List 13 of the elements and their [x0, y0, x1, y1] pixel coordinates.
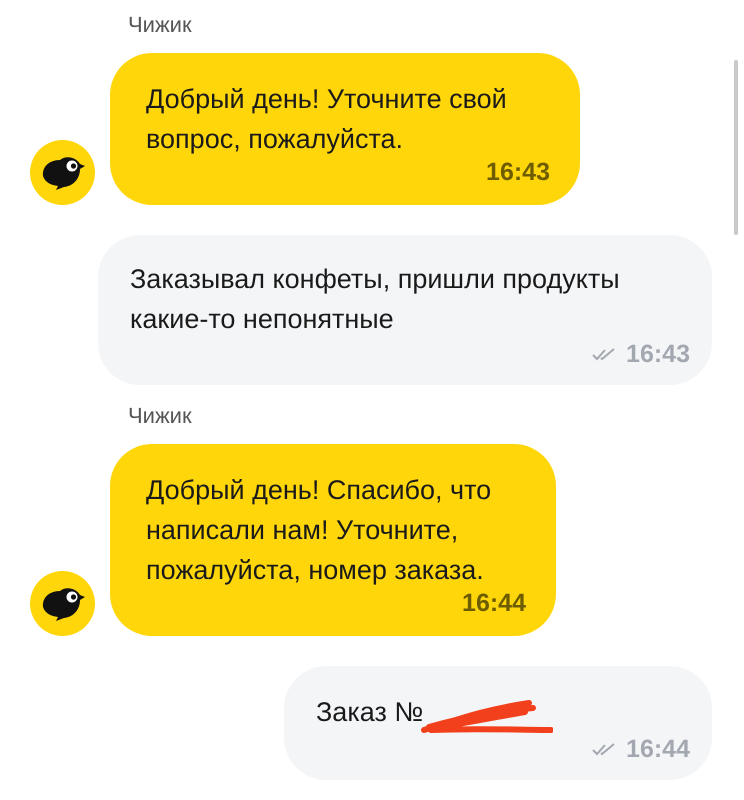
message-text: Добрый день! Спасибо, что написали нам! Уточните, пожалуйста, номер заказа.: [146, 474, 492, 587]
sender-name: Чижик: [128, 403, 193, 429]
message-text: Заказ №: [316, 696, 424, 729]
message-time: 16:44: [462, 590, 526, 616]
message-text: Добрый день! Уточните свой вопрос, пожалуйста.: [146, 83, 508, 156]
sender-name: Чижик: [128, 12, 193, 38]
message-time: 16:43: [626, 339, 690, 369]
message-time: 16:43: [486, 159, 550, 185]
bird-avatar-icon: [30, 571, 95, 636]
bird-avatar-icon: [30, 140, 95, 205]
message-text: Заказывал конфеты, пришли продукты какие-то непонятные: [130, 263, 621, 336]
message-time: 16:44: [626, 734, 690, 764]
scrollbar[interactable]: [734, 60, 738, 235]
